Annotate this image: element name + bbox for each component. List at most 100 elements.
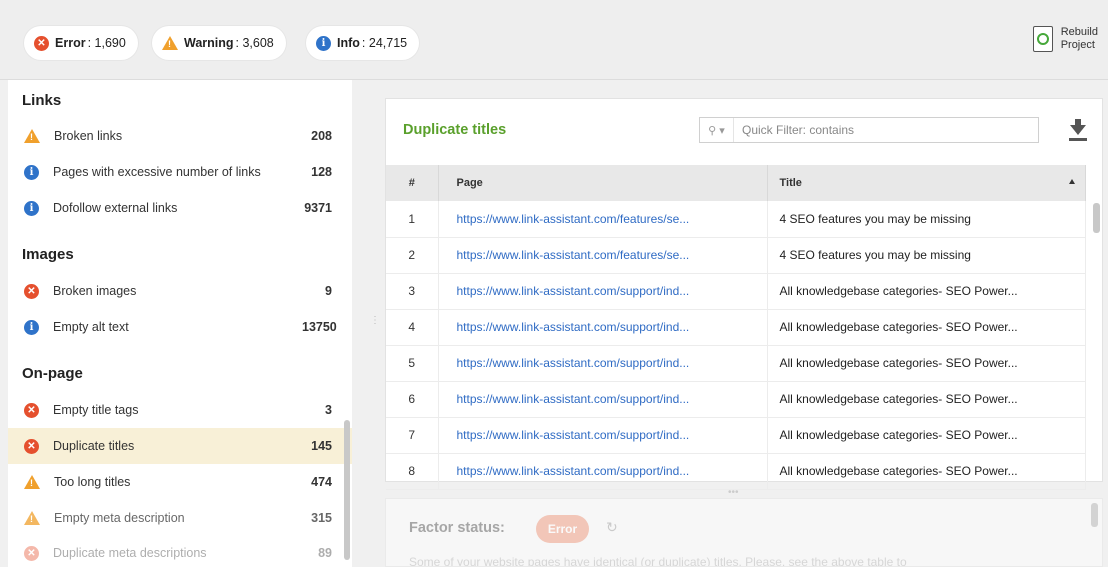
search-icon[interactable]: ⚲ ▾ [700, 118, 734, 142]
section-title-on-page: On-page [22, 365, 83, 382]
row-page-link[interactable]: https://www.link-assistant.com/support/i… [438, 273, 768, 310]
column-header-title[interactable]: Title [767, 165, 1086, 201]
sidebar-item-broken-links[interactable]: Broken links 208 [8, 118, 352, 154]
info-icon: i [24, 200, 39, 216]
sidebar-item-excessive-links[interactable]: i Pages with excessive number of links 1… [8, 154, 352, 190]
error-icon: ✕ [24, 402, 39, 418]
sidebar-item-label: Empty alt text [53, 320, 129, 334]
section-title-links: Links [22, 92, 62, 109]
row-page-link[interactable]: https://www.link-assistant.com/support/i… [438, 453, 768, 490]
sidebar-item-empty-alt[interactable]: i Empty alt text 13750 [8, 309, 352, 345]
warning-icon [24, 128, 40, 144]
sidebar-item-count: 208 [311, 129, 332, 143]
panel-splitter[interactable]: ••• [728, 487, 739, 498]
sidebar-item-label: Empty title tags [53, 403, 139, 417]
sidebar-item-duplicate-titles[interactable]: ✕ Duplicate titles 145 [8, 428, 352, 464]
sidebar-item-count: 9371 [304, 201, 332, 215]
sidebar-item-label: Dofollow external links [53, 201, 178, 215]
sidebar-item-empty-meta-description[interactable]: Empty meta description 315 [8, 500, 352, 536]
row-title: All knowledgebase categories- SEO Power.… [767, 381, 1086, 418]
row-number: 8 [386, 453, 439, 490]
table-row[interactable]: 5 https://www.link-assistant.com/support/… [386, 345, 1086, 382]
factor-status-badge: Error [536, 515, 589, 543]
row-title: All knowledgebase categories- SEO Power.… [767, 417, 1086, 454]
row-number: 6 [386, 381, 439, 418]
factor-description: Some of your website pages have identica… [409, 555, 907, 567]
warning-icon [24, 510, 40, 526]
row-title: All knowledgebase categories- SEO Power.… [767, 453, 1086, 490]
sidebar-item-count: 9 [325, 284, 332, 298]
error-icon: ✕ [24, 438, 39, 454]
row-page-link[interactable]: https://www.link-assistant.com/support/i… [438, 381, 768, 418]
row-title: 4 SEO features you may be missing [767, 201, 1086, 238]
sidebar-item-label: Duplicate meta descriptions [53, 546, 207, 560]
sidebar-item-empty-title-tags[interactable]: ✕ Empty title tags 3 [8, 392, 352, 428]
sidebar-item-broken-images[interactable]: ✕ Broken images 9 [8, 273, 352, 309]
table-scrollbar[interactable] [1093, 203, 1100, 233]
factor-scrollbar[interactable] [1091, 503, 1098, 527]
row-number: 7 [386, 417, 439, 454]
sidebar-item-count: 13750 [302, 320, 337, 334]
row-page-link[interactable]: https://www.link-assistant.com/features/… [438, 201, 768, 238]
row-number: 5 [386, 345, 439, 382]
info-icon: i [24, 164, 39, 180]
table-row[interactable]: 8 https://www.link-assistant.com/support/… [386, 453, 1086, 490]
error-value: : 1,690 [87, 36, 126, 50]
section-title-images: Images [22, 246, 74, 263]
column-header-title-label: Title [779, 177, 802, 189]
column-header-num[interactable]: # [386, 165, 439, 201]
info-icon: i [24, 319, 39, 335]
sidebar-item-label: Broken links [54, 129, 123, 143]
table-row[interactable]: 3 https://www.link-assistant.com/support/… [386, 273, 1086, 310]
sidebar-item-too-long-titles[interactable]: Too long titles 474 [8, 464, 352, 500]
warning-count-badge[interactable]: Warning : 3,608 [152, 26, 286, 60]
table-row[interactable]: 7 https://www.link-assistant.com/support/… [386, 417, 1086, 454]
row-title: All knowledgebase categories- SEO Power.… [767, 273, 1086, 310]
warning-label: Warning [184, 36, 234, 50]
summary-bar: ✕ Error : 1,690 Warning : 3,608 i Info :… [0, 0, 1108, 80]
warning-icon [24, 474, 40, 490]
column-header-page[interactable]: Page [438, 165, 768, 201]
results-panel: Duplicate titles ⚲ ▾ # Page Title 1https… [385, 98, 1103, 490]
panel-title: Duplicate titles [403, 122, 507, 138]
row-number: 2 [386, 237, 439, 274]
sidebar-item-label: Pages with excessive number of links [53, 165, 261, 179]
row-title: All knowledgebase categories- SEO Power.… [767, 309, 1086, 346]
error-label: Error [55, 36, 86, 50]
row-title: 4 SEO features you may be missing [767, 237, 1086, 274]
table-row[interactable]: 2 https://www.link-assistant.com/features… [386, 237, 1086, 274]
row-page-link[interactable]: https://www.link-assistant.com/support/i… [438, 309, 768, 346]
quick-filter-input[interactable] [734, 123, 1038, 137]
error-count-badge[interactable]: ✕ Error : 1,690 [24, 26, 138, 60]
info-count-badge[interactable]: i Info : 24,715 [306, 26, 420, 60]
rebuild-label-2: Project [1060, 39, 1095, 51]
quick-filter[interactable]: ⚲ ▾ [699, 117, 1039, 143]
table-row[interactable]: 1 https://www.link-assistant.com/features… [386, 201, 1086, 238]
rebuild-project-button[interactable]: Rebuild Project [1032, 26, 1098, 52]
factor-status-label: Factor status: [409, 520, 505, 536]
row-page-link[interactable]: https://www.link-assistant.com/support/i… [438, 345, 768, 382]
error-icon: ✕ [34, 35, 49, 51]
refresh-icon[interactable]: ↻ [606, 519, 618, 536]
row-page-link[interactable]: https://www.link-assistant.com/support/i… [438, 417, 768, 454]
factor-status-panel: Factor status: Error ↻ Some of your webs… [385, 498, 1103, 567]
sidebar-item-label: Broken images [53, 284, 137, 298]
row-number: 4 [386, 309, 439, 346]
sidebar-item-label: Too long titles [54, 475, 131, 489]
info-icon: i [316, 35, 331, 51]
sidebar-item-label: Duplicate titles [53, 439, 135, 453]
results-table: # Page Title 1 https://www.link-assistant… [386, 165, 1086, 490]
sidebar-item-duplicate-meta-descriptions[interactable]: ✕ Duplicate meta descriptions 89 [8, 535, 352, 567]
row-page-link[interactable]: https://www.link-assistant.com/features/… [438, 237, 768, 274]
sidebar-item-dofollow-links[interactable]: i Dofollow external links 9371 [8, 190, 352, 226]
pane-splitter[interactable]: ⋮ [370, 316, 380, 348]
error-icon: ✕ [24, 545, 39, 561]
download-icon[interactable] [1068, 119, 1088, 141]
row-title: All knowledgebase categories- SEO Power.… [767, 345, 1086, 382]
error-icon: ✕ [24, 283, 39, 299]
warning-icon [162, 35, 178, 51]
sidebar-scrollbar[interactable] [344, 420, 350, 560]
table-row[interactable]: 4 https://www.link-assistant.com/support/… [386, 309, 1086, 346]
row-number: 1 [386, 201, 439, 238]
table-row[interactable]: 6 https://www.link-assistant.com/support/… [386, 381, 1086, 418]
